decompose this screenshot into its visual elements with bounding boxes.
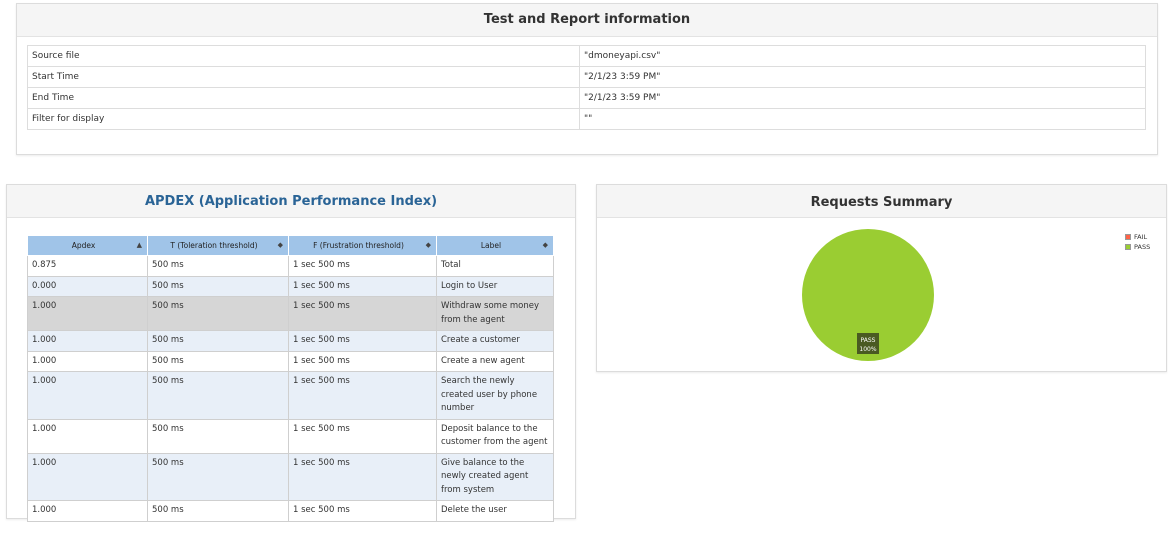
info-key: Filter for display (27, 108, 580, 130)
frustration-cell: 1 sec 500 ms (288, 452, 437, 501)
info-row: Filter for display "" (27, 108, 1146, 130)
requests-summary-panel: Requests Summary PASS 100% FAIL PASS (596, 184, 1167, 372)
requests-pie-chart: PASS 100% (802, 229, 934, 361)
label-cell: Deposit balance to the customer from the… (436, 418, 554, 454)
apdex-cell: 1.000 (27, 296, 148, 331)
column-header-frustration[interactable]: F (Frustration threshold) ◆ (288, 235, 437, 256)
toleration-cell: 500 ms (147, 500, 289, 522)
frustration-cell: 1 sec 500 ms (288, 330, 437, 352)
label-cell: Give balance to the newly created agent … (436, 452, 554, 501)
table-row[interactable]: 0.000 500 ms 1 sec 500 ms Login to User (27, 275, 554, 297)
info-row: Source file "dmoneyapi.csv" (27, 45, 1146, 67)
toleration-cell: 500 ms (147, 418, 289, 454)
label-cell: Create a new agent (436, 350, 554, 372)
info-row: Start Time "2/1/23 3:59 PM" (27, 66, 1146, 88)
column-header-apdex[interactable]: Apdex ▲ (27, 235, 148, 256)
legend-label: FAIL (1134, 233, 1148, 241)
apdex-cell: 0.875 (27, 255, 148, 277)
frustration-cell: 1 sec 500 ms (288, 275, 437, 297)
info-value: "" (579, 108, 1146, 130)
toleration-cell: 500 ms (147, 255, 289, 277)
table-row[interactable]: 1.000 500 ms 1 sec 500 ms Delete the user (27, 500, 554, 522)
label-cell: Delete the user (436, 500, 554, 522)
legend-item[interactable]: PASS (1125, 242, 1150, 252)
table-row[interactable]: 1.000 500 ms 1 sec 500 ms Create a customer (27, 330, 554, 352)
requests-summary-title: Requests Summary (597, 185, 1166, 218)
label-cell: Login to User (436, 275, 554, 297)
legend-swatch (1125, 234, 1131, 240)
label-cell: Total (436, 255, 554, 277)
table-row[interactable]: 1.000 500 ms 1 sec 500 ms Withdraw some mon… (27, 296, 554, 331)
apdex-cell: 0.000 (27, 275, 148, 297)
test-report-info-panel: Test and Report information Source file "… (16, 3, 1158, 155)
column-header-label[interactable]: Label ◆ (436, 235, 554, 256)
column-header-toleration[interactable]: T (Toleration threshold) ◆ (147, 235, 289, 256)
info-value: "2/1/23 3:59 PM" (579, 87, 1146, 109)
info-key: Source file (27, 45, 580, 67)
sort-asc-icon: ▲ (136, 241, 142, 249)
apdex-panel: APDEX (Application Performance Index) Ap… (6, 184, 576, 522)
frustration-cell: 1 sec 500 ms (288, 418, 437, 454)
toleration-cell: 500 ms (147, 350, 289, 372)
frustration-cell: 1 sec 500 ms (288, 371, 437, 420)
toleration-cell: 500 ms (147, 330, 289, 352)
label-cell: Search the newly created user by phone n… (436, 371, 554, 420)
legend-item[interactable]: FAIL (1125, 232, 1150, 242)
chart-legend: FAIL PASS (1125, 232, 1150, 252)
sort-icon: ◆ (425, 241, 431, 249)
label-cell: Create a customer (436, 330, 554, 352)
info-value: "dmoneyapi.csv" (579, 45, 1146, 67)
toleration-cell: 500 ms (147, 296, 289, 331)
slice-label-name: PASS (861, 337, 876, 344)
toleration-cell: 500 ms (147, 371, 289, 420)
frustration-cell: 1 sec 500 ms (288, 500, 437, 522)
toleration-cell: 500 ms (147, 275, 289, 297)
slice-label-value: 100% (859, 346, 876, 353)
legend-swatch (1125, 244, 1131, 250)
info-panel-title: Test and Report information (17, 4, 1157, 37)
info-row: End Time "2/1/23 3:59 PM" (27, 87, 1146, 109)
table-row[interactable]: 1.000 500 ms 1 sec 500 ms Deposit balance t… (27, 418, 554, 454)
apdex-panel-title: APDEX (Application Performance Index) (7, 185, 575, 218)
apdex-cell: 1.000 (27, 371, 148, 420)
apdex-cell: 1.000 (27, 350, 148, 372)
table-row[interactable]: 1.000 500 ms 1 sec 500 ms Create a new agen… (27, 350, 554, 372)
info-value: "2/1/23 3:59 PM" (579, 66, 1146, 88)
label-cell: Withdraw some money from the agent (436, 296, 554, 331)
sort-icon: ◆ (542, 241, 548, 249)
info-table: Source file "dmoneyapi.csv" Start Time "2/1… (27, 45, 1146, 130)
apdex-table: Apdex ▲ T (Toleration threshold) ◆ F (Frus… (27, 235, 554, 522)
info-key: End Time (27, 87, 580, 109)
apdex-cell: 1.000 (27, 452, 148, 501)
table-row[interactable]: 1.000 500 ms 1 sec 500 ms Give balance to t… (27, 452, 554, 501)
apdex-cell: 1.000 (27, 500, 148, 522)
table-row[interactable]: 1.000 500 ms 1 sec 500 ms Search the newly … (27, 371, 554, 420)
frustration-cell: 1 sec 500 ms (288, 255, 437, 277)
toleration-cell: 500 ms (147, 452, 289, 501)
frustration-cell: 1 sec 500 ms (288, 296, 437, 331)
legend-label: PASS (1134, 243, 1151, 251)
table-row[interactable]: 0.875 500 ms 1 sec 500 ms Total (27, 255, 554, 277)
pie-slice-label: PASS 100% (857, 333, 879, 354)
apdex-cell: 1.000 (27, 330, 148, 352)
sort-icon: ◆ (277, 241, 283, 249)
frustration-cell: 1 sec 500 ms (288, 350, 437, 372)
info-key: Start Time (27, 66, 580, 88)
apdex-cell: 1.000 (27, 418, 148, 454)
